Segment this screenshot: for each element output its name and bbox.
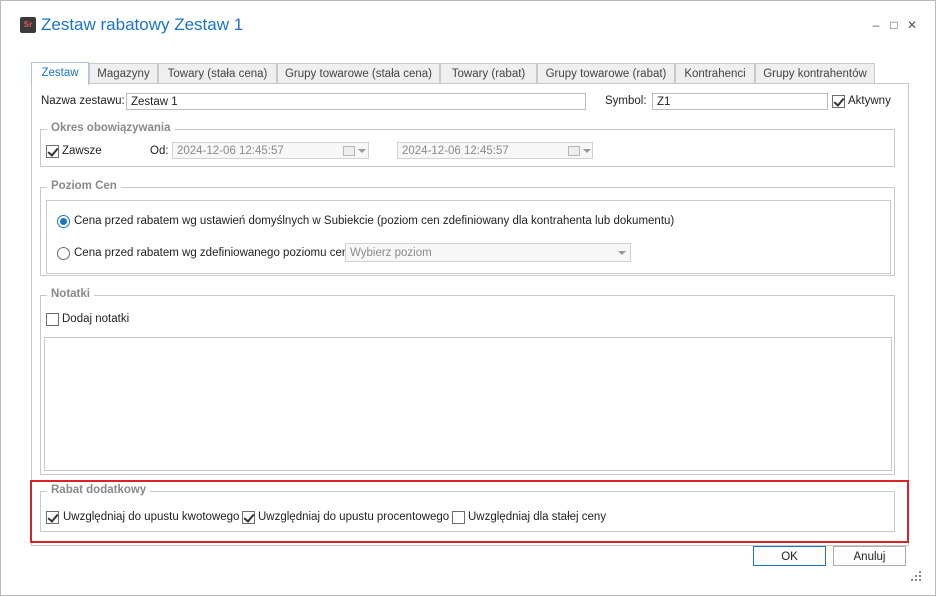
validity-group: Okres obowiązywania Zawsze Od: 2024-12-0…: [40, 122, 895, 167]
close-icon[interactable]: ✕: [905, 18, 919, 32]
symbol-input[interactable]: Z1: [652, 93, 828, 110]
dialog-window: Sr Zestaw rabatowy Zestaw 1 – □ ✕ Zestaw…: [0, 0, 936, 596]
add-notes-label: Dodaj notatki: [62, 313, 130, 325]
price-level-legend: Poziom Cen: [47, 180, 121, 192]
always-checkbox[interactable]: [46, 145, 59, 158]
app-icon: Sr: [20, 17, 36, 33]
validity-legend: Okres obowiązywania: [47, 122, 175, 134]
always-label: Zawsze: [62, 145, 102, 157]
title-bar: Sr Zestaw rabatowy Zestaw 1 – □ ✕: [1, 1, 935, 49]
price-option-default-label: Cena przed rabatem wg ustawień domyślnyc…: [74, 215, 675, 227]
tab-kontrahenci[interactable]: Kontrahenci: [675, 63, 755, 84]
to-date-input[interactable]: 2024-12-06 12:45:57: [397, 142, 593, 159]
tab-grupy-towarowe-stala-cena[interactable]: Grupy towarowe (stała cena): [277, 63, 440, 84]
highlight-frame: [30, 480, 909, 543]
minimize-icon[interactable]: –: [869, 18, 883, 32]
price-level-select[interactable]: Wybierz poziom: [345, 243, 631, 262]
ok-button[interactable]: OK: [753, 546, 826, 566]
name-label: Nazwa zestawu:: [41, 95, 125, 107]
price-level-inner: Cena przed rabatem wg ustawień domyślnyc…: [46, 200, 891, 274]
tab-grupy-kontrahentow[interactable]: Grupy kontrahentów: [755, 63, 875, 84]
notes-group: Notatki Dodaj notatki: [40, 288, 895, 475]
tab-magazyny[interactable]: Magazyny: [89, 63, 158, 84]
tab-zestaw[interactable]: Zestaw: [31, 62, 89, 85]
tab-content-zestaw: Nazwa zestawu: Zestaw 1 Symbol: Z1 Aktyw…: [31, 83, 909, 546]
maximize-icon[interactable]: □: [887, 18, 901, 32]
notes-textarea[interactable]: [44, 337, 892, 471]
price-level-group: Poziom Cen Cena przed rabatem wg ustawie…: [40, 180, 895, 276]
from-label: Od:: [150, 145, 169, 157]
tab-towary-stala-cena[interactable]: Towary (stała cena): [158, 63, 277, 84]
from-dropdown-caret[interactable]: [358, 149, 366, 153]
price-option-default-radio[interactable]: [57, 215, 70, 228]
active-label: Aktywny: [848, 95, 891, 107]
resize-grip-icon[interactable]: [911, 571, 921, 581]
to-calendar-icon[interactable]: [568, 146, 580, 156]
cancel-button[interactable]: Anuluj: [833, 546, 906, 566]
price-level-dropdown-caret[interactable]: [618, 251, 626, 255]
window-title: Zestaw rabatowy Zestaw 1: [41, 15, 244, 34]
tab-towary-rabat[interactable]: Towary (rabat): [440, 63, 537, 84]
price-option-defined-radio[interactable]: [57, 247, 70, 260]
price-option-defined-label: Cena przed rabatem wg zdefiniowanego poz…: [74, 247, 349, 259]
add-notes-checkbox[interactable]: [46, 313, 59, 326]
to-dropdown-caret[interactable]: [583, 149, 591, 153]
from-calendar-icon[interactable]: [343, 146, 355, 156]
name-input[interactable]: Zestaw 1: [126, 93, 586, 110]
notes-legend: Notatki: [47, 288, 94, 300]
active-checkbox[interactable]: [832, 95, 845, 108]
from-date-input[interactable]: 2024-12-06 12:45:57: [172, 142, 369, 159]
symbol-label: Symbol:: [605, 95, 647, 107]
tab-grupy-towarowe-rabat[interactable]: Grupy towarowe (rabat): [537, 63, 675, 84]
